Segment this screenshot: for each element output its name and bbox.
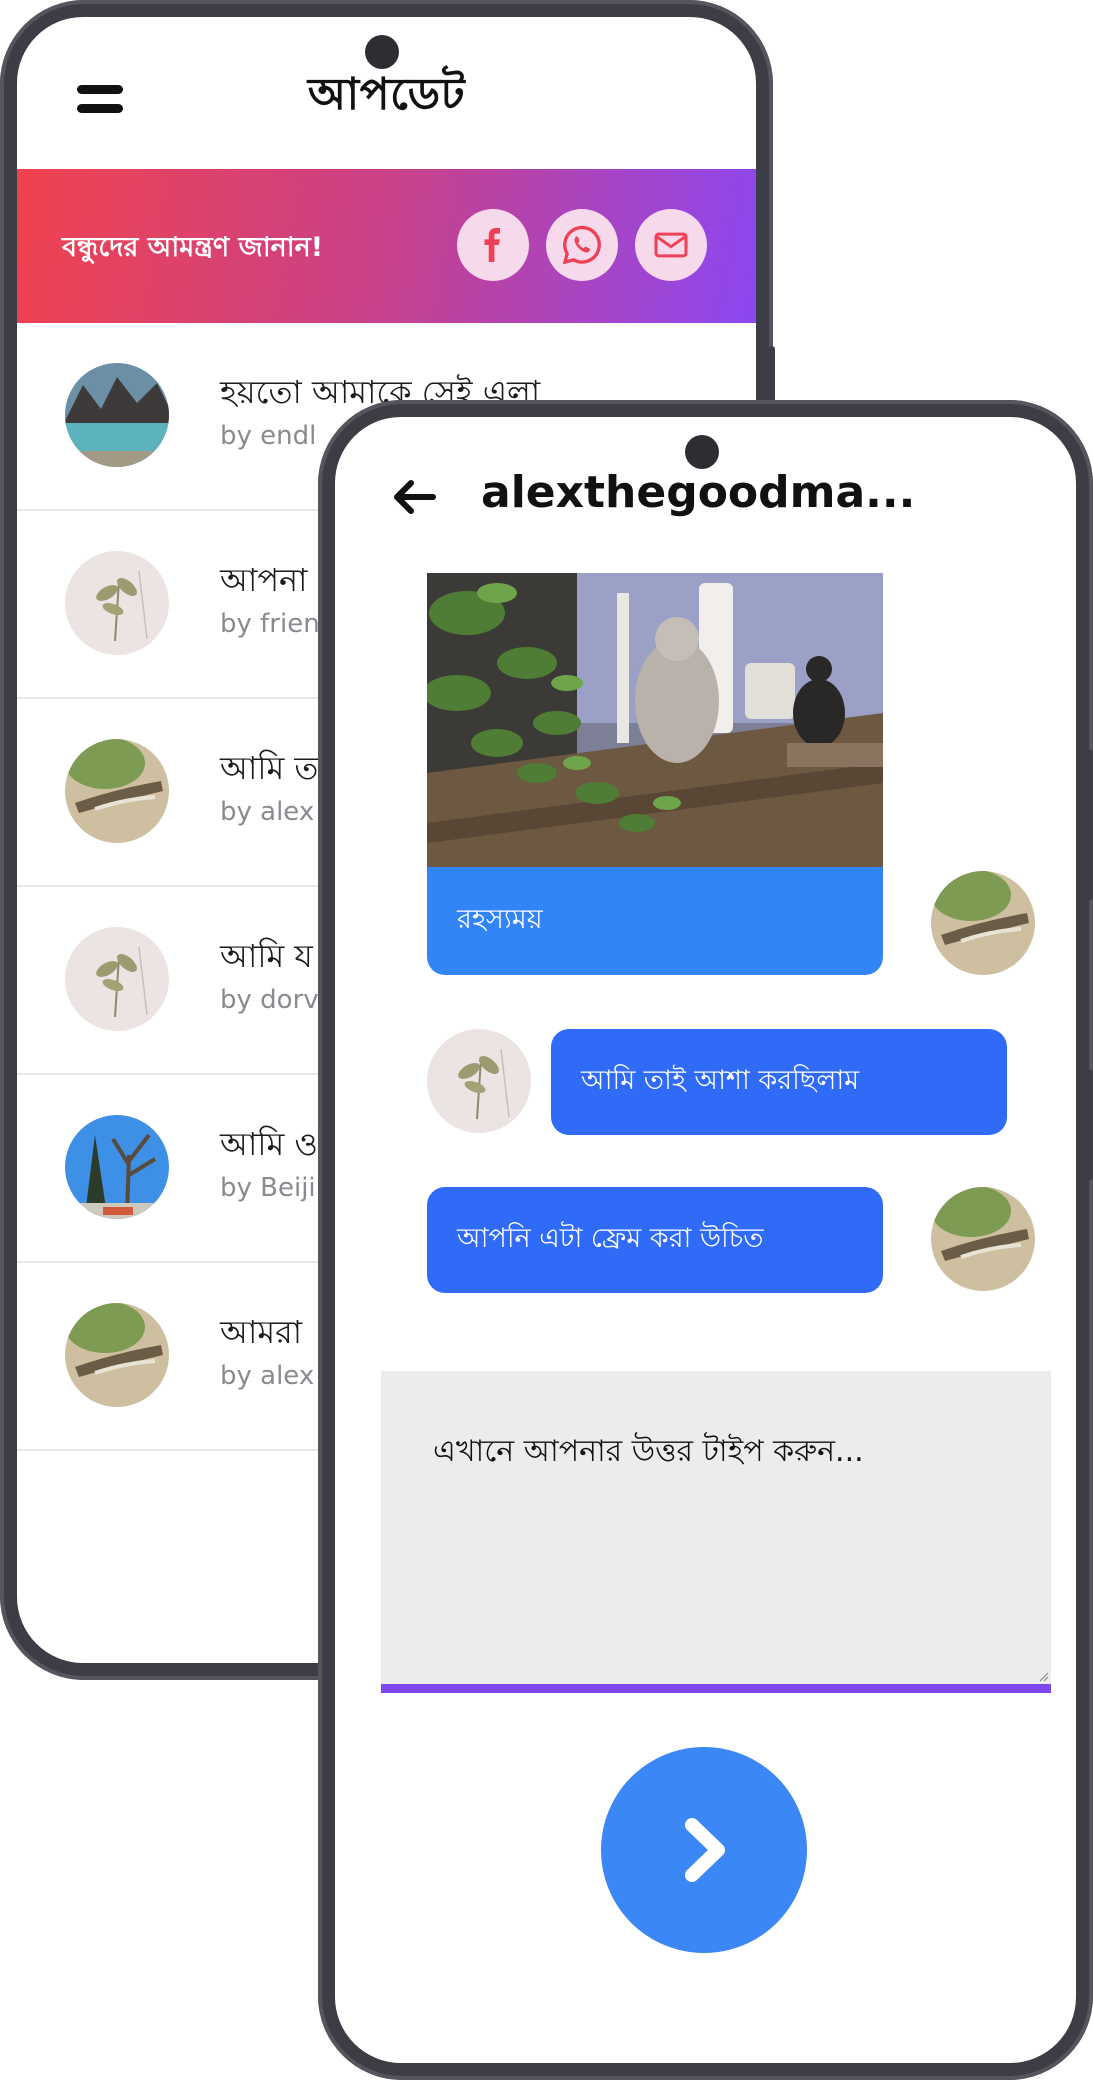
whatsapp-icon [562,225,601,265]
item-title: আমি ত [220,749,319,787]
whatsapp-share-button[interactable] [546,209,618,281]
avatar [65,1303,169,1407]
resize-handle-icon[interactable] [1037,1670,1049,1682]
avatar [65,927,169,1031]
item-author: by alex [220,1361,315,1391]
avatar [65,1115,169,1219]
phone-frame-chat: alexthegoodma... রহস্যময় আমি তাই আশা কর… [318,400,1093,2080]
mail-icon [654,232,688,258]
email-share-button[interactable] [635,209,707,281]
phone-side-button [1087,1070,1093,1180]
chevron-right-icon [685,1818,725,1882]
avatar [65,551,169,655]
image-message[interactable]: রহস্যময় [427,573,883,975]
message-bubble[interactable]: আপনি এটা ফ্রেম করা উচিত [427,1187,883,1293]
item-author: by Beiji [220,1173,316,1203]
message-photo [427,573,883,867]
back-arrow-icon[interactable] [391,477,437,517]
invite-banner: বন্ধুদের আমন্ত্রণ জানান! [17,169,756,323]
avatar[interactable] [427,1029,531,1133]
message-bubble[interactable]: আমি তাই আশা করছিলাম [551,1029,1007,1135]
camera-notch [685,435,719,469]
image-caption: রহস্যময় [457,903,543,935]
facebook-icon [484,228,501,262]
item-title: আমরা [220,1313,302,1351]
page-title: আপডেট [307,69,466,120]
item-author: by dorv [220,985,319,1015]
avatar[interactable] [931,871,1035,975]
avatar [65,363,169,467]
invite-text: বন্ধুদের আমন্ত্রণ জানান! [62,232,324,263]
avatar [65,739,169,843]
chat-screen: alexthegoodma... রহস্যময় আমি তাই আশা কর… [335,417,1076,2063]
avatar[interactable] [931,1187,1035,1291]
camera-notch [365,35,399,69]
item-author: by frien [220,609,320,639]
facebook-share-button[interactable] [457,209,529,281]
item-author: by alex [220,797,315,827]
item-title: আমি ও [220,1125,318,1163]
phone-side-button [1087,750,1093,900]
send-button[interactable] [601,1747,807,1953]
item-title: আমি য [220,937,313,975]
item-title: আপনা [220,561,308,599]
reply-placeholder: এখানে আপনার উত্তর টাইপ করুন... [433,1434,864,1469]
item-author: by endl [220,421,317,451]
chat-title: alexthegoodma... [481,467,916,518]
reply-textarea[interactable]: এখানে আপনার উত্তর টাইপ করুন... [381,1371,1051,1693]
